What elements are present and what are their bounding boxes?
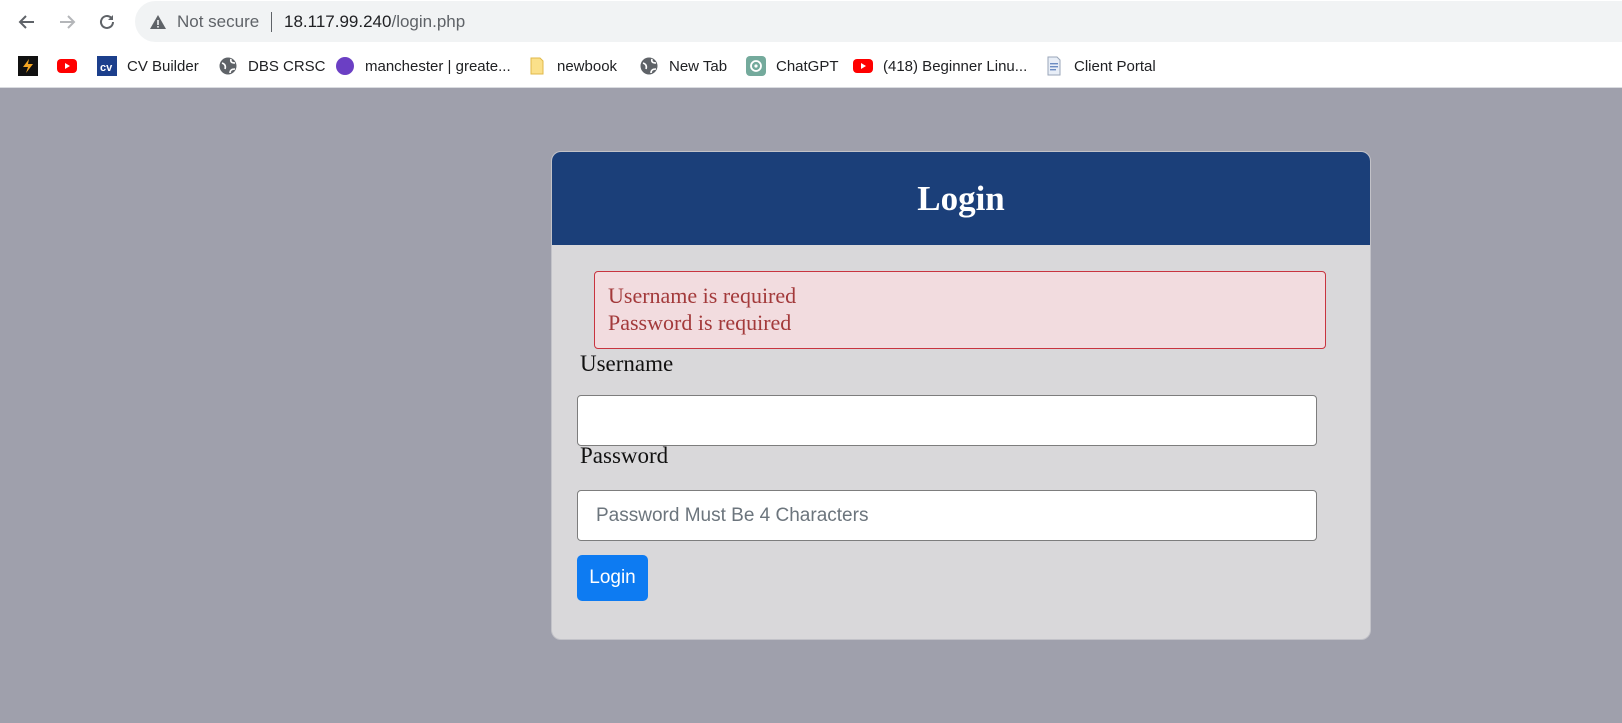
bookmark-client-portal[interactable]: Client Portal [1044, 55, 1156, 77]
chatgpt-icon [746, 56, 766, 76]
bookmark-label: DBS CRSC [248, 57, 326, 75]
warning-icon[interactable] [149, 13, 167, 31]
username-label: Username [580, 351, 674, 376]
bookmark-bolt-app[interactable] [18, 55, 48, 77]
bookmark-label: newbook [557, 57, 618, 75]
login-button[interactable]: Login [577, 555, 648, 601]
bolt-app-icon [18, 56, 38, 76]
bookmark-cv-builder[interactable]: cv CV Builder [97, 55, 199, 77]
bookmark-manchester[interactable]: manchester | greate... [335, 55, 511, 77]
url-host: 18.117.99.240 [284, 12, 392, 31]
bookmark-new-tab[interactable]: New Tab [639, 55, 727, 77]
globe-icon [218, 56, 238, 76]
bookmark-beginner-linux[interactable]: (418) Beginner Linu... [853, 55, 1027, 77]
back-button[interactable] [13, 8, 41, 36]
forward-arrow-icon [60, 15, 76, 29]
cv-icon: cv [97, 56, 117, 76]
bookmark-label: ChatGPT [776, 57, 839, 75]
back-arrow-icon [18, 15, 34, 29]
bookmark-label: Client Portal [1074, 57, 1156, 75]
bookmark-dbs-crsc[interactable]: DBS CRSC [218, 55, 326, 77]
security-status[interactable]: Not secure [177, 12, 259, 32]
reload-button[interactable] [93, 8, 121, 36]
password-label: Password [580, 443, 669, 468]
username-input[interactable] [577, 395, 1317, 446]
forward-button[interactable] [53, 8, 81, 36]
youtube-icon [853, 56, 873, 76]
bookmark-label: manchester | greate... [365, 57, 511, 75]
bookmark-youtube[interactable] [57, 55, 87, 77]
password-input[interactable] [577, 490, 1317, 541]
svg-text:cv: cv [100, 62, 113, 74]
address-separator [271, 12, 272, 32]
login-card: Login Username is required Password is r… [551, 151, 1371, 640]
address-bar[interactable]: Not secure 18.117.99.240/login.php [135, 1, 1622, 42]
bookmark-newbook[interactable]: newbook [527, 55, 617, 77]
login-header: Login [552, 152, 1370, 245]
document-icon [1044, 56, 1064, 76]
folder-icon [527, 56, 547, 76]
username-error: Username is required [608, 283, 797, 308]
url-path: /login.php [391, 12, 466, 31]
password-error: Password is required [608, 310, 792, 335]
error-alert: Username is required Password is require… [594, 271, 1326, 349]
bookmarks-bar: cv CV Builder DBS CRSC manchester | grea… [0, 44, 1622, 88]
bookmark-label: CV Builder [127, 57, 199, 75]
youtube-icon [57, 56, 77, 76]
bookmark-label: (418) Beginner Linu... [883, 57, 1028, 75]
url-text[interactable]: 18.117.99.240/login.php [284, 12, 465, 32]
purple-circle-icon [335, 56, 355, 76]
globe-icon [639, 56, 659, 76]
browser-toolbar: Not secure 18.117.99.240/login.php [0, 0, 1622, 44]
login-title: Login [917, 178, 1005, 218]
bookmark-chatgpt[interactable]: ChatGPT [746, 55, 839, 77]
bookmark-label: New Tab [669, 57, 728, 75]
reload-icon [100, 14, 114, 29]
